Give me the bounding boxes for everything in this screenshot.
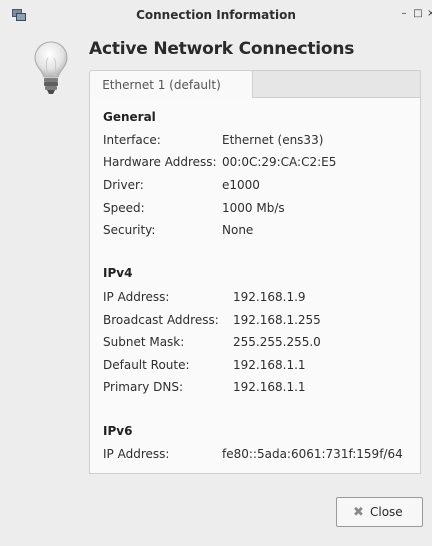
- row-label: Security:: [103, 223, 156, 237]
- section-title-ipv6: IPv6: [103, 424, 133, 438]
- close-window-button[interactable]: ×: [427, 9, 432, 19]
- close-x-icon: ✖: [353, 505, 364, 520]
- minimize-button[interactable]: –: [399, 9, 409, 19]
- maximize-button[interactable]: □: [413, 9, 423, 19]
- title-bar[interactable]: Connection Information – □ ×: [0, 0, 432, 30]
- row-label: Subnet Mask:: [103, 335, 185, 349]
- page-title: Active Network Connections: [89, 39, 355, 59]
- row-value: e1000: [222, 178, 260, 192]
- window-title: Connection Information: [136, 8, 296, 22]
- row-label: Speed:: [103, 201, 145, 215]
- section-title-ipv4: IPv4: [103, 266, 133, 280]
- row-value: None: [222, 223, 254, 237]
- row-value: 1000 Mb/s: [222, 201, 285, 215]
- close-button-label: Close: [370, 505, 403, 519]
- row-label: IP Address:: [103, 447, 170, 461]
- lightbulb-icon: [34, 41, 68, 94]
- tab-ethernet-1[interactable]: Ethernet 1 (default): [89, 70, 253, 98]
- connection-details-panel: General Interface: Ethernet (ens33) Hard…: [89, 98, 421, 474]
- row-value: 192.168.1.255: [233, 313, 321, 327]
- row-label: Interface:: [103, 133, 161, 147]
- row-value: 00:0C:29:CA:C2:E5: [222, 155, 337, 169]
- tab-label: Ethernet 1 (default): [102, 78, 221, 92]
- section-title-general: General: [103, 110, 156, 124]
- row-value: 255.255.255.0: [233, 335, 321, 349]
- row-value: 192.168.1.1: [233, 380, 306, 394]
- row-value: fe80::5ada:6061:731f:159f/64: [222, 447, 403, 461]
- row-label: Primary DNS:: [103, 380, 184, 394]
- close-button[interactable]: ✖ Close: [336, 497, 423, 527]
- tab-bar: Ethernet 1 (default): [89, 70, 421, 98]
- tab-bar-empty-area: [252, 70, 421, 97]
- row-label: Hardware Address:: [103, 155, 217, 169]
- row-value: 192.168.1.9: [233, 290, 306, 304]
- row-value: Ethernet (ens33): [222, 133, 324, 147]
- row-label: Driver:: [103, 178, 144, 192]
- row-label: Default Route:: [103, 358, 190, 372]
- row-label: Broadcast Address:: [103, 313, 219, 327]
- row-value: 192.168.1.1: [233, 358, 306, 372]
- row-label: IP Address:: [103, 290, 170, 304]
